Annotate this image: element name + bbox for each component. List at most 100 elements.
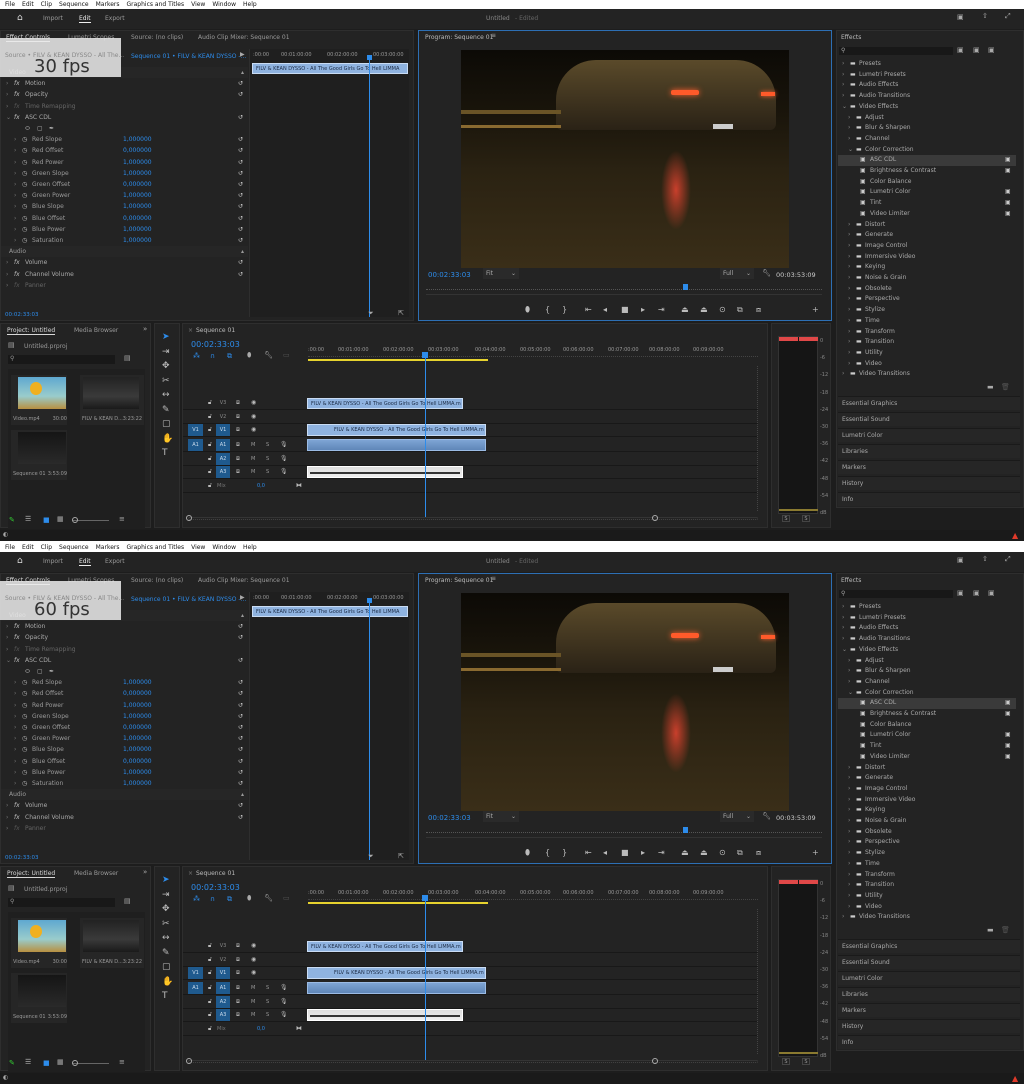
compare-icon[interactable]: ⧉ [737, 848, 743, 858]
program-scrubber[interactable] [426, 832, 822, 838]
effects-tree-item[interactable]: › ▬ Lumetri Presets [838, 613, 1016, 624]
trash-icon[interactable]: 🗑︎ [1001, 927, 1010, 934]
chevron-right-icon[interactable]: › [6, 800, 8, 811]
reset-icon[interactable]: ↺ [238, 179, 243, 190]
rectangle-mask-icon[interactable]: ▢ [37, 123, 43, 134]
effects-tree-item[interactable]: › ▬ Distort [838, 220, 1016, 231]
fx-badge-icon[interactable]: fx [14, 101, 20, 112]
reset-icon[interactable]: ↺ [238, 688, 243, 699]
media-browser-tab[interactable]: Media Browser [74, 327, 118, 334]
sync-lock-icon[interactable]: ⧇ [236, 455, 240, 463]
chevron-right-icon[interactable]: › [848, 773, 850, 784]
menu-sequence[interactable]: Sequence [59, 1, 89, 8]
parameter-row[interactable]: › ◷ Green Offset 0,000000 ↺ [1, 179, 248, 190]
stopwatch-icon[interactable]: ◷ [22, 722, 27, 733]
quick-export-icon[interactable]: ▣ [957, 557, 964, 564]
effects-tree-item[interactable]: › ▬ Immersive Video [838, 795, 1016, 806]
import-tab[interactable]: Import [43, 15, 63, 22]
stopwatch-icon[interactable]: ◷ [22, 179, 27, 190]
effects-tree-item[interactable]: › ▬ Transition [838, 880, 1016, 891]
effects-tree-item[interactable]: › ▬ Transform [838, 327, 1016, 338]
effect-row[interactable]: › fx Panner [1, 823, 248, 834]
track-target-a3[interactable]: A3 [216, 1009, 230, 1021]
project-item-video[interactable]: Video.mp4 30:00 [11, 375, 67, 425]
menu-window[interactable]: Window [212, 544, 236, 551]
chevron-right-icon[interactable]: › [14, 722, 16, 733]
parameter-value[interactable]: 0,000000 [123, 213, 152, 224]
project-item-sequence[interactable]: Sequence 01 3:53:09 [11, 430, 67, 480]
reset-icon[interactable]: ↺ [238, 744, 243, 755]
overlay-icon[interactable]: ⧈ [756, 305, 761, 315]
stopwatch-icon[interactable]: ◷ [22, 157, 27, 168]
play-triangle-icon[interactable]: ▶ [240, 595, 245, 601]
source-patch-v1[interactable]: V1 [188, 967, 203, 979]
pen-icon[interactable]: ✎ [162, 948, 170, 958]
captions-icon[interactable]: ▭ [283, 352, 290, 359]
solo-button[interactable]: S [266, 999, 269, 1005]
ec-playhead[interactable] [369, 598, 370, 860]
collapse-icon[interactable]: ▴ [241, 789, 244, 800]
lock-icon[interactable]: 🔓︎ [208, 413, 212, 421]
lock-icon[interactable]: 🔓︎ [208, 1011, 212, 1019]
fx-badge-icon[interactable]: fx [14, 812, 20, 823]
lock-icon[interactable]: 🔓︎ [208, 998, 212, 1006]
stopwatch-icon[interactable]: ◷ [22, 134, 27, 145]
yuv-effects-icon[interactable]: ▣ [988, 590, 995, 597]
effects-tree-item[interactable]: › ▬ Keying [838, 805, 1016, 816]
chevron-right-icon[interactable]: › [842, 59, 844, 70]
clip-v3[interactable]: FILV & KEAN DYSSO - All The Good Girls G… [307, 398, 463, 409]
effects-tree-item[interactable]: › ▬ Audio Transitions [838, 91, 1016, 102]
mute-button[interactable]: M [251, 999, 255, 1005]
project-item-sequence[interactable]: Sequence 01 3:53:09 [11, 973, 67, 1023]
track-target-a1[interactable]: A1 [216, 439, 230, 451]
effects-tree-item[interactable]: › ▬ Presets [838, 59, 1016, 70]
timeline-vertical-scrollbar[interactable] [757, 909, 760, 1054]
chevron-right-icon[interactable]: › [842, 70, 844, 81]
effects-tree-item[interactable]: ▣ Brightness & Contrast ▣ [838, 709, 1016, 720]
eye-icon[interactable]: ◉ [251, 426, 256, 433]
chevron-right-icon[interactable]: › [848, 337, 850, 348]
source-selector[interactable]: Source • FILV & KEAN DYSSO - All The... [5, 52, 124, 59]
go-to-out-icon[interactable]: ⇥ [658, 305, 665, 314]
reset-icon[interactable]: ↺ [238, 800, 243, 811]
mix-value[interactable]: 0,0 [257, 1026, 265, 1032]
ellipse-mask-icon[interactable]: ⬭ [25, 666, 30, 677]
solo-button[interactable]: S [266, 442, 269, 448]
track-target-v1[interactable]: V1 [216, 967, 230, 979]
tab-lumetri-scopes[interactable]: Lumetri Scopes [68, 577, 114, 584]
chevron-right-icon[interactable]: › [842, 80, 844, 91]
chevron-right-icon[interactable]: › [848, 113, 850, 124]
chevron-right-icon[interactable]: › [14, 201, 16, 212]
close-icon[interactable]: × [188, 327, 193, 334]
effects-tree-item[interactable]: › ▬ Image Control [838, 241, 1016, 252]
effects-tree-item[interactable]: › ▬ Video [838, 359, 1016, 370]
parameter-row[interactable]: › ◷ Red Offset 0,000000 ↺ [1, 145, 248, 156]
ec-playhead-handle[interactable] [367, 598, 372, 603]
effects-tree-item[interactable]: ▣ Tint ▣ [838, 198, 1016, 209]
reset-icon[interactable]: ↺ [238, 733, 243, 744]
chevron-right-icon[interactable]: › [848, 273, 850, 284]
sync-lock-icon[interactable]: ⧇ [236, 441, 240, 449]
panel-info[interactable]: Info [838, 1035, 1020, 1049]
chevron-right-icon[interactable]: › [14, 190, 16, 201]
chevron-right-icon[interactable]: › [14, 134, 16, 145]
clip-v1[interactable]: FILV & KEAN DYSSO - All The Good Girls G… [307, 967, 486, 979]
lock-icon[interactable]: 🔓︎ [208, 426, 212, 434]
mute-button[interactable]: M [251, 469, 255, 475]
parameter-row[interactable]: › ◷ Blue Slope 1,000000 ↺ [1, 744, 248, 755]
microphone-icon[interactable]: 🎙︎ [280, 441, 288, 448]
chevron-right-icon[interactable]: › [848, 305, 850, 316]
mute-button[interactable]: M [251, 985, 255, 991]
more-panels-icon[interactable]: » [143, 326, 147, 333]
reset-icon[interactable]: ↺ [238, 778, 243, 789]
icon-view-icon[interactable]: ■ [43, 1059, 50, 1067]
effects-tree-item[interactable]: ⌄ ▬ Video Effects [838, 102, 1016, 113]
fx-badge-icon[interactable]: fx [14, 621, 20, 632]
chevron-right-icon[interactable]: › [6, 257, 8, 268]
effect-row[interactable]: › fx Motion ↺ [1, 621, 248, 632]
freeform-view-icon[interactable]: ▦ [57, 516, 64, 523]
timeline-playhead[interactable] [425, 898, 426, 1060]
effects-tree-item[interactable]: › ▬ Generate [838, 773, 1016, 784]
ec-playhead-handle[interactable] [367, 55, 372, 60]
ellipse-mask-icon[interactable]: ⬭ [25, 123, 30, 134]
